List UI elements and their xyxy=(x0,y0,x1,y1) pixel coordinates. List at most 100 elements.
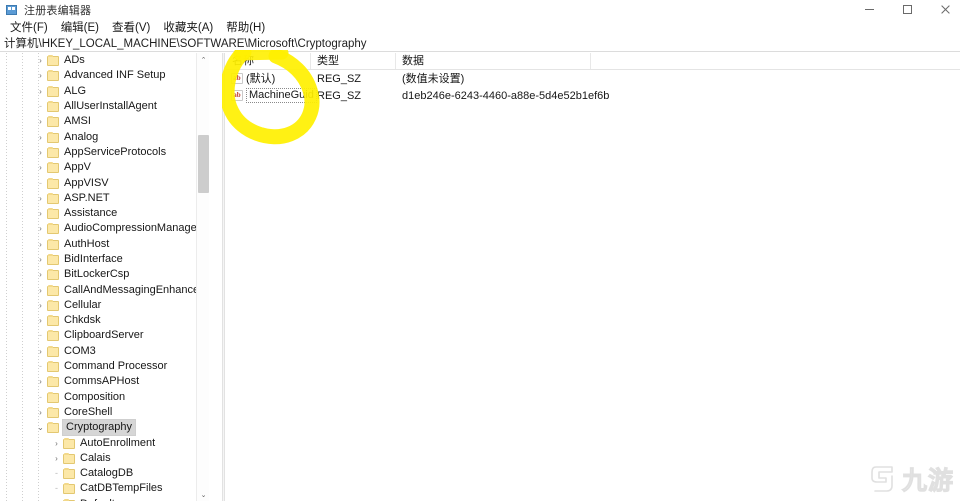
address-bar[interactable]: 计算机\HKEY_LOCAL_MACHINE\SOFTWARE\Microsof… xyxy=(0,36,960,52)
tree-item[interactable]: › CoreShell xyxy=(0,405,209,420)
folder-icon xyxy=(63,437,76,449)
chevron-right-icon[interactable]: › xyxy=(50,451,63,466)
tree-item[interactable]: - ClipboardServer xyxy=(0,328,209,343)
tree-item[interactable]: › ADs xyxy=(0,53,209,68)
menu-item-help[interactable]: 帮助(H) xyxy=(220,20,272,36)
tree-item-label: CommsAPHost xyxy=(64,375,140,388)
ab-string-icon: ab xyxy=(231,90,243,101)
tree-item[interactable]: - AppVISV xyxy=(0,175,209,190)
tree-item[interactable]: › CommsAPHost xyxy=(0,374,209,389)
chevron-right-icon[interactable]: › xyxy=(34,237,47,252)
folder-icon xyxy=(47,162,60,174)
tree-item[interactable]: › AppServiceProtocols xyxy=(0,145,209,160)
tree-item[interactable]: › ALG xyxy=(0,84,209,99)
value-name-cell[interactable]: ab (默认) xyxy=(226,71,311,87)
value-row[interactable]: ab (默认) REG_SZ (数值未设置) xyxy=(226,70,960,87)
tree-item-label: AudioCompressionManager xyxy=(64,222,201,235)
tree-item[interactable]: › AutoEnrollment xyxy=(0,435,209,450)
column-header-name[interactable]: 名称 xyxy=(226,53,311,69)
tree-item[interactable]: › ASP.NET xyxy=(0,191,209,206)
tree-item[interactable]: - CatDBTempFiles xyxy=(0,481,209,496)
tree-item[interactable]: - Composition xyxy=(0,390,209,405)
chevron-right-icon[interactable]: › xyxy=(34,84,47,99)
chevron-right-icon[interactable]: › xyxy=(34,283,47,298)
chevron-right-icon[interactable]: › xyxy=(34,344,47,359)
chevron-right-icon[interactable]: › xyxy=(34,298,47,313)
ab-string-icon: ab xyxy=(231,73,243,84)
tree-leaf-dash-icon: - xyxy=(39,101,42,112)
value-type-cell: REG_SZ xyxy=(317,72,362,85)
chevron-right-icon[interactable]: › xyxy=(34,114,47,129)
tree-item[interactable]: › BidInterface xyxy=(0,252,209,267)
tree-item[interactable]: › COM3 xyxy=(0,344,209,359)
scrollbar-thumb[interactable] xyxy=(198,135,209,193)
tree-item[interactable]: › AppV xyxy=(0,160,209,175)
tree-item[interactable]: › Chkdsk xyxy=(0,313,209,328)
title-bar: 注册表编辑器 xyxy=(0,0,960,19)
tree-item[interactable]: › Calais xyxy=(0,451,209,466)
tree-item[interactable]: › AMSI xyxy=(0,114,209,129)
tree-item[interactable]: › Advanced INF Setup xyxy=(0,68,209,83)
maximize-button[interactable] xyxy=(888,0,926,19)
tree-item[interactable]: › Analog xyxy=(0,129,209,144)
registry-values-list: ab (默认) REG_SZ (数值未设置) ab MachineGuid REG_SZ d1… xyxy=(226,70,960,104)
tree-item[interactable]: › AudioCompressionManager xyxy=(0,221,209,236)
folder-icon xyxy=(63,468,76,480)
tree-item-label: ClipboardServer xyxy=(64,329,144,342)
folder-icon xyxy=(63,483,76,495)
tree-item[interactable]: - AllUserInstallAgent xyxy=(0,99,209,114)
tree-item-label: CatalogDB xyxy=(80,467,134,480)
tree-item[interactable]: › AuthHost xyxy=(0,237,209,252)
tree-item[interactable]: › CallAndMessagingEnhancement xyxy=(0,282,209,297)
folder-icon xyxy=(47,101,60,113)
chevron-right-icon[interactable]: › xyxy=(34,221,47,236)
tree-item[interactable]: ⌄ Cryptography xyxy=(0,419,209,437)
chevron-down-icon[interactable]: ⌄ xyxy=(34,420,47,435)
chevron-right-icon[interactable]: › xyxy=(34,267,47,282)
tree-item[interactable]: - CatalogDB xyxy=(0,466,209,481)
chevron-right-icon[interactable]: › xyxy=(50,497,63,501)
chevron-right-icon[interactable]: › xyxy=(34,313,47,328)
folder-icon xyxy=(47,55,60,67)
registry-path: 计算机\HKEY_LOCAL_MACHINE\SOFTWARE\Microsof… xyxy=(4,37,367,50)
tree-item[interactable]: › BitLockerCsp xyxy=(0,267,209,282)
pane-splitter[interactable] xyxy=(222,53,225,501)
folder-icon xyxy=(47,406,60,418)
registry-tree-pane: › ADs › Advanced INF Setup › ALG - AllUserInsta… xyxy=(0,53,222,501)
tree-item-label: CoreShell xyxy=(64,405,113,418)
tree-item[interactable]: › Cellular xyxy=(0,298,209,313)
tree-vertical-scrollbar[interactable]: ⌃ ⌄ xyxy=(196,53,209,501)
folder-icon xyxy=(47,422,60,434)
chevron-right-icon[interactable]: › xyxy=(34,405,47,420)
value-type-cell: REG_SZ xyxy=(317,89,362,102)
chevron-right-icon[interactable]: › xyxy=(34,252,47,267)
chevron-right-icon[interactable]: › xyxy=(34,68,47,83)
folder-icon xyxy=(47,131,60,143)
value-name-cell[interactable]: ab MachineGuid xyxy=(226,88,317,103)
chevron-right-icon[interactable]: › xyxy=(34,160,47,175)
value-row[interactable]: ab MachineGuid REG_SZ d1eb246e-6243-4460-a8… xyxy=(226,87,960,104)
chevron-right-icon[interactable]: › xyxy=(34,53,47,68)
chevron-right-icon[interactable]: › xyxy=(34,206,47,221)
menu-item-file[interactable]: 文件(F) xyxy=(4,20,55,36)
chevron-right-icon[interactable]: › xyxy=(34,145,47,160)
chevron-right-icon[interactable]: › xyxy=(50,436,63,451)
scroll-up-arrow-icon[interactable]: ⌃ xyxy=(197,53,210,66)
column-header-data[interactable]: 数据 xyxy=(396,53,591,69)
column-header-type[interactable]: 类型 xyxy=(311,53,396,69)
tree-item[interactable]: › Assistance xyxy=(0,206,209,221)
minimize-button[interactable] xyxy=(850,0,888,19)
folder-icon xyxy=(47,116,60,128)
menu-item-view[interactable]: 查看(V) xyxy=(106,20,157,36)
chevron-right-icon[interactable]: › xyxy=(34,130,47,145)
tree-leaf-dash-icon: - xyxy=(39,361,42,372)
close-button[interactable] xyxy=(926,0,960,19)
scroll-down-arrow-icon[interactable]: ⌄ xyxy=(197,488,210,501)
column-header-filler xyxy=(591,53,960,69)
chevron-right-icon[interactable]: › xyxy=(34,191,47,206)
tree-item[interactable]: - Command Processor xyxy=(0,359,209,374)
menu-item-edit[interactable]: 编辑(E) xyxy=(55,20,106,36)
tree-item[interactable]: › Defaults xyxy=(0,497,209,501)
chevron-right-icon[interactable]: › xyxy=(34,374,47,389)
menu-item-favorites[interactable]: 收藏夹(A) xyxy=(157,20,220,36)
